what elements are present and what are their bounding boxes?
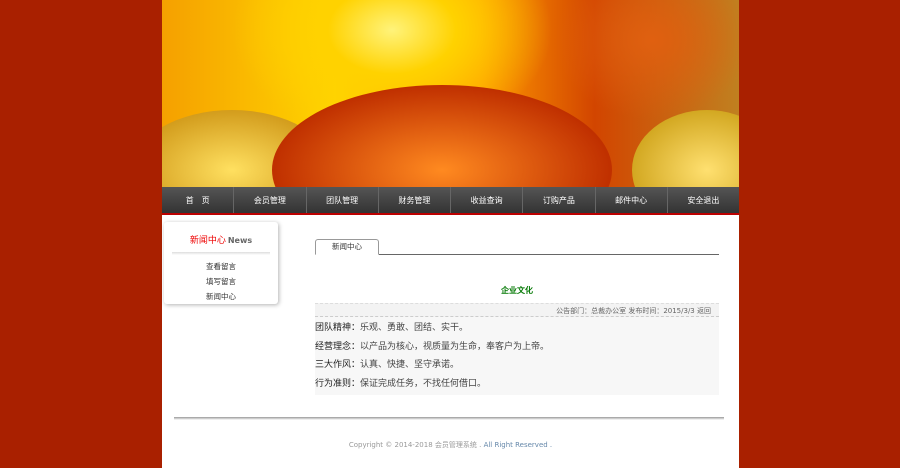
sidebar-title-en: News [227,236,253,245]
article-line: 团队精神：乐观、勇敢、团结、实干。 [315,319,719,338]
article-line: 行为准则：保证完成任务，不找任何借口。 [315,375,719,394]
tab-news[interactable]: 新闻中心 [315,239,379,255]
nav-logout[interactable]: 安全退出 [668,187,739,213]
nav-team[interactable]: 团队管理 [307,187,379,213]
sidebar-link-news[interactable]: 新闻中心 [164,289,278,304]
rights: All Right Reserved . [483,441,553,449]
nav-members[interactable]: 会员管理 [234,187,307,213]
page: 首 页 会员管理 团队管理 财务管理 收益查询 订购产品 邮件中心 安全退出 新… [162,0,739,468]
article-title: 企业文化 [501,286,533,295]
sidebar-link-write-message[interactable]: 填写留言 [164,274,278,289]
nav-mail[interactable]: 邮件中心 [596,187,668,213]
article-meta: 公告部门：总裁办公室 发布时间：2015/3/3 返回 [315,303,719,317]
article-line: 三大作风：认真、快捷、坚守承诺。 [315,356,719,375]
sidebar-title: 新闻中心 News [164,233,278,246]
nav-order[interactable]: 订购产品 [523,187,596,213]
article-line: 经营理念：以产品为核心，视质量为生命，奉客户为上帝。 [315,338,719,357]
main-nav: 首 页 会员管理 团队管理 财务管理 收益查询 订购产品 邮件中心 安全退出 [162,187,739,215]
sidebar: 新闻中心 News 查看留言 填写留言 新闻中心 [164,222,278,304]
tab-bar: 新闻中心 [315,239,719,255]
article-body: 团队精神：乐观、勇敢、团结、实干。 经营理念：以产品为核心，视质量为生命，奉客户… [315,317,719,395]
footer-divider [174,417,724,420]
sidebar-link-view-messages[interactable]: 查看留言 [164,259,278,274]
content: 新闻中心 企业文化 公告部门：总裁办公室 发布时间：2015/3/3 返回 团队… [315,239,719,395]
sidebar-title-cn: 新闻中心 [189,236,226,246]
line-value: 乐观、勇敢、团结、实干。 [360,323,469,333]
nav-earnings[interactable]: 收益查询 [451,187,524,213]
footer: Copyright © 2014-2018 会员管理系统 . All Right… [162,440,739,450]
line-value: 以产品为核心，视质量为生命，奉客户为上帝。 [360,341,550,352]
divider [172,252,270,255]
line-key: 行为准则： [315,378,361,389]
banner-image [162,0,739,187]
nav-home[interactable]: 首 页 [162,187,235,213]
meta-text: 公告部门：总裁办公室 发布时间：2015/3/3 [556,307,695,315]
line-value: 认真、快捷、坚守承诺。 [360,360,460,370]
line-key: 三大作风： [315,360,361,370]
nav-finance[interactable]: 财务管理 [379,187,451,213]
copyright: Copyright © 2014-2018 会员管理系统 . [348,441,482,449]
line-value: 保证完成任务，不找任何借口。 [360,378,487,389]
line-key: 团队精神： [315,323,361,333]
line-key: 经营理念： [315,341,361,352]
back-link[interactable]: 返回 [697,307,711,315]
